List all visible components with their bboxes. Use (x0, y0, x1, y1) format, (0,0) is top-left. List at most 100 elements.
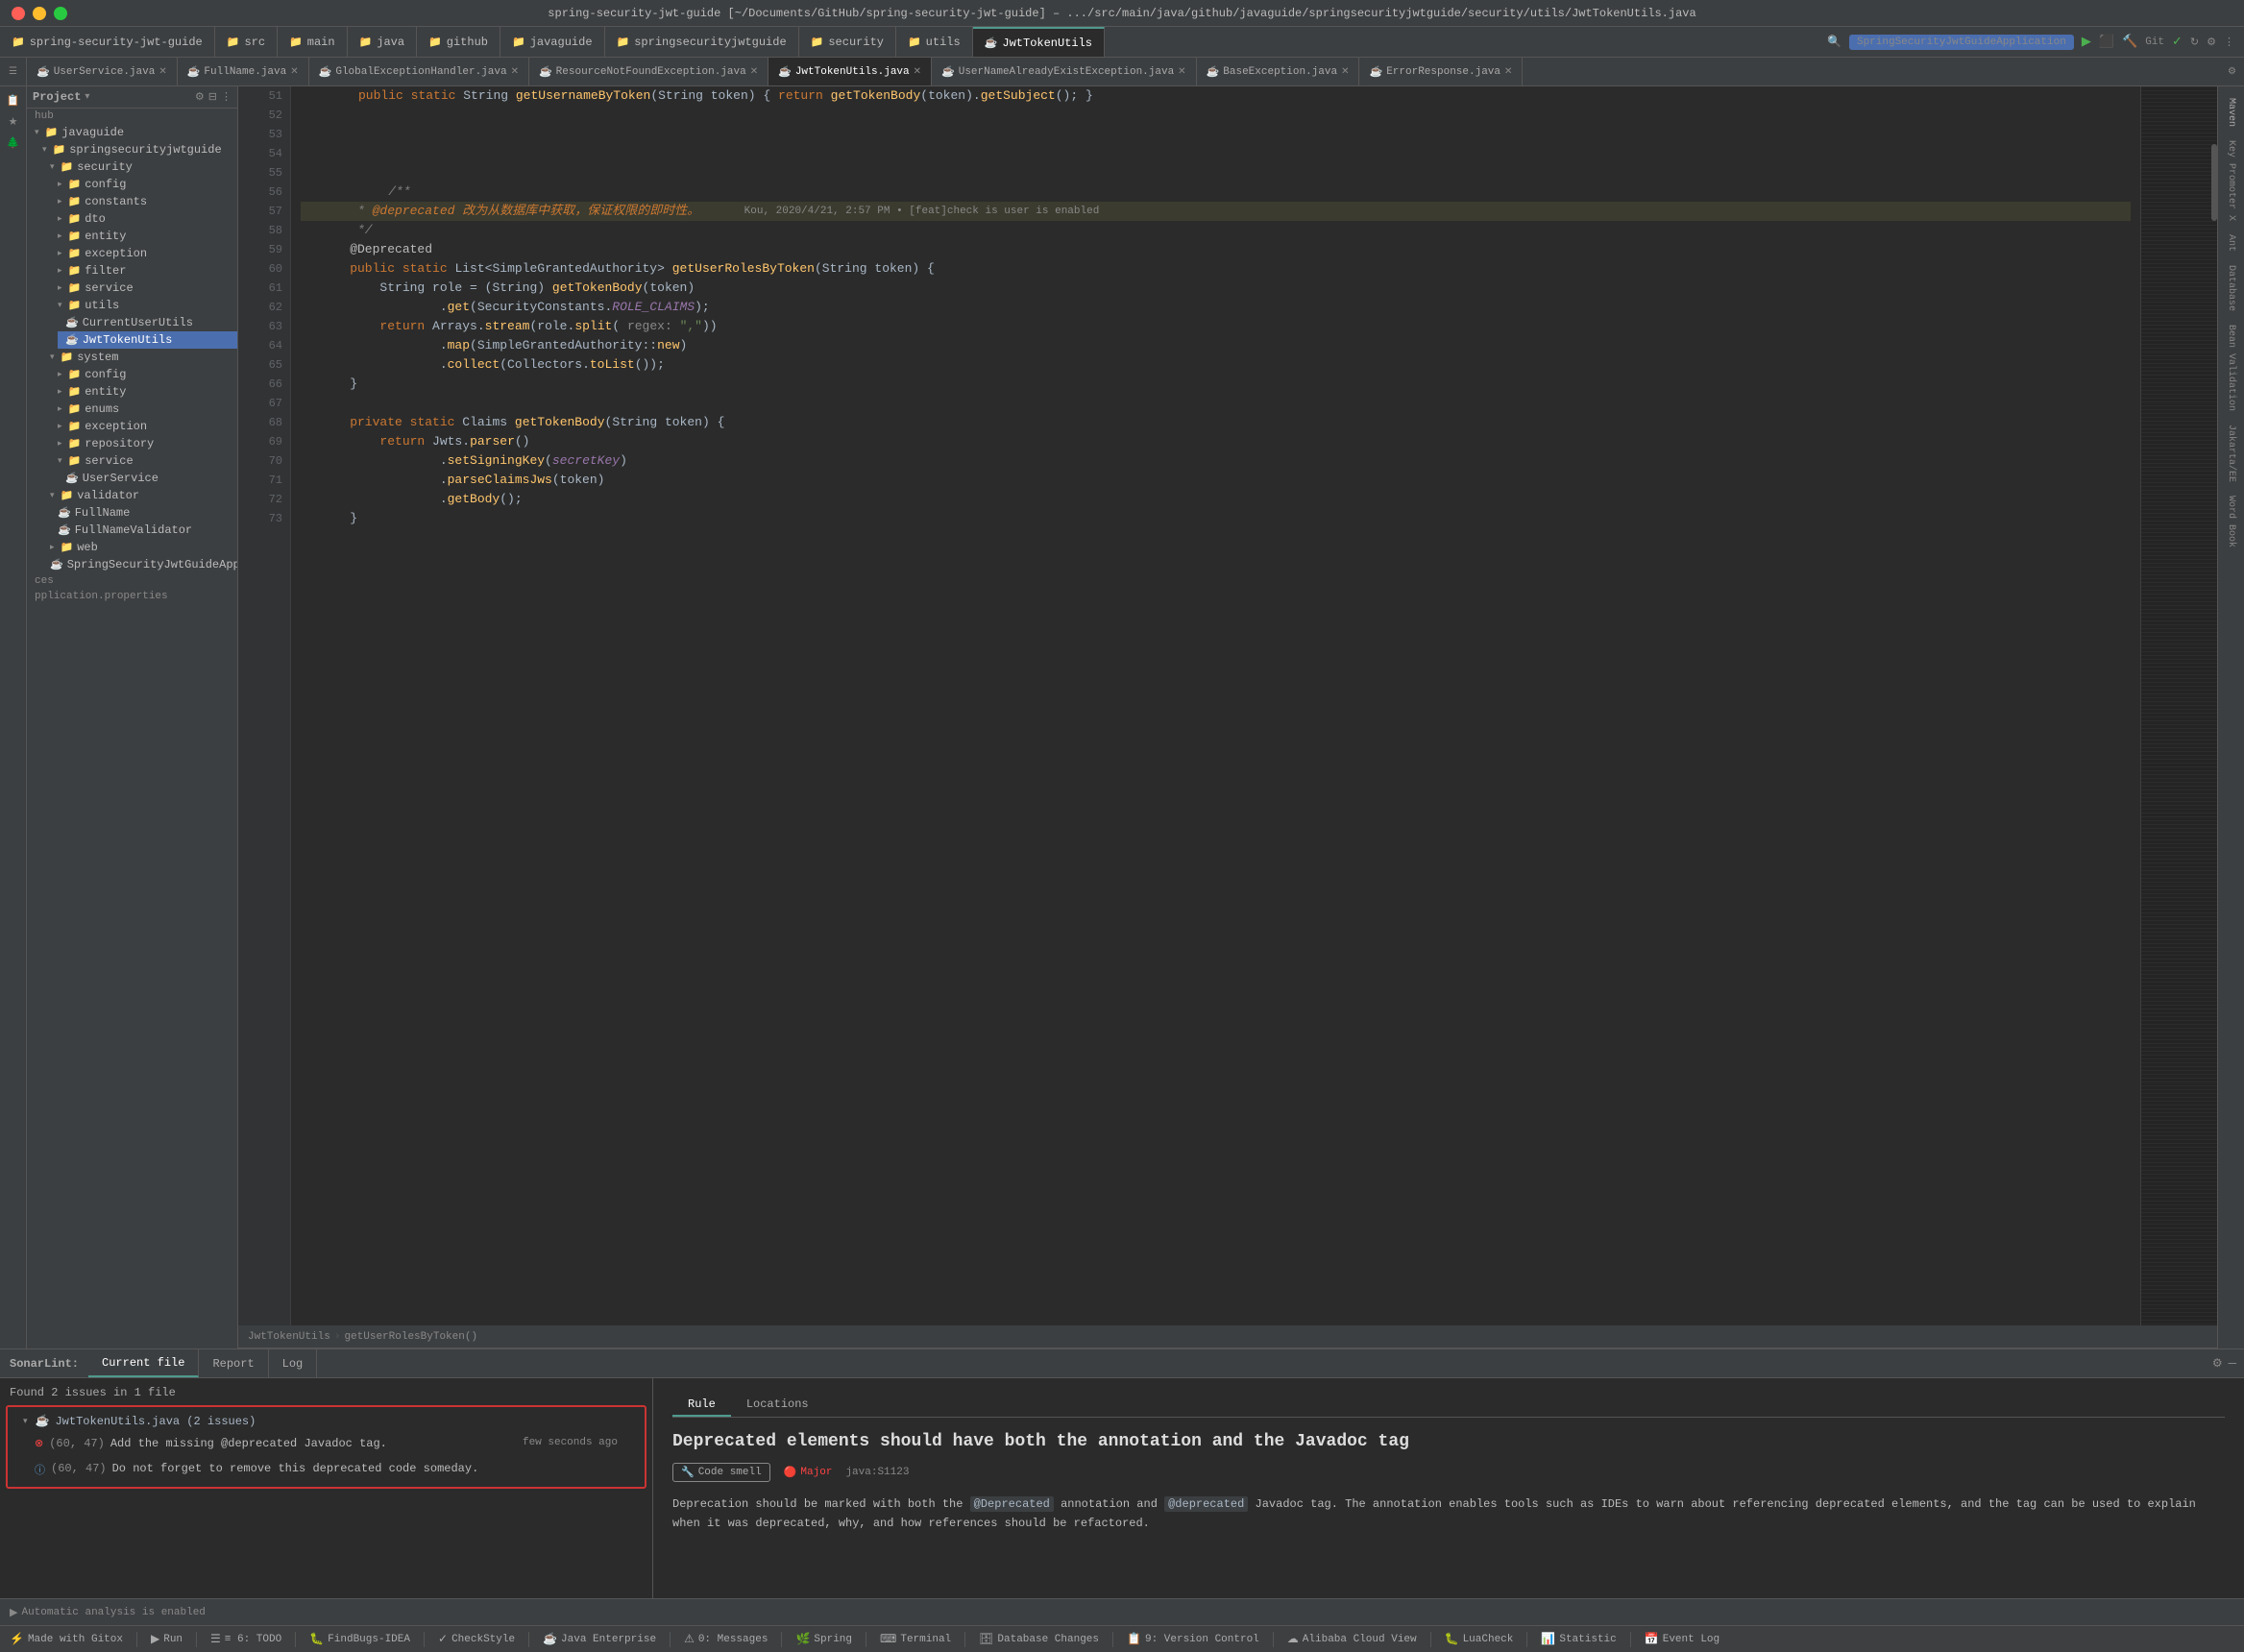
nav-findbugs[interactable]: 🐛 FindBugs-IDEA (305, 1632, 414, 1646)
sidebar-item-system-exception[interactable]: ▸📁 exception (50, 418, 237, 435)
nav-made-with-gitox[interactable]: ⚡ Made with Gitox (6, 1632, 127, 1646)
structure-icon[interactable]: 📋 (7, 94, 20, 108)
tab-github[interactable]: 📁 github (417, 27, 500, 57)
sidebar-item-jwttokenutils[interactable]: ☕ JwtTokenUtils (58, 331, 237, 349)
sidebar-item-springsecurityjwtguide[interactable]: ▾📁 springsecurityjwtguide (35, 141, 237, 158)
nav-database-changes[interactable]: 🗄 Database Changes (975, 1632, 1103, 1646)
issue-row-2[interactable]: ⓘ (60, 47) Do not forget to remove this … (13, 1456, 639, 1483)
editor-tab-fullname[interactable]: ☕ FullName.java ✕ (178, 58, 309, 85)
sidebar-item-system-service[interactable]: ▾📁 service (50, 452, 237, 470)
vcs-update-button[interactable]: ↻ (2190, 36, 2199, 49)
sidebar-item-currentuserutils[interactable]: ☕ CurrentUserUtils (58, 314, 237, 331)
settings-button[interactable]: ⚙ (2207, 36, 2216, 49)
sidebar-item-constants[interactable]: ▸📁 constants (50, 193, 237, 210)
project-dropdown-icon[interactable]: ▾ (85, 91, 89, 103)
maximize-button[interactable] (54, 7, 67, 20)
code-editor[interactable]: public static String getUsernameByToken(… (291, 86, 2140, 1348)
more-options-button[interactable]: ⋮ (2224, 36, 2234, 49)
close-tab-icon[interactable]: ✕ (290, 66, 298, 78)
close-tab-icon[interactable]: ✕ (511, 66, 519, 78)
project-view-toggle[interactable]: ☰ (0, 58, 27, 85)
run-config-dropdown[interactable]: SpringSecurityJwtGuideApplication (1849, 35, 2074, 50)
gear-icon[interactable]: ⚙ (2212, 1356, 2223, 1371)
sidebar-item-filter[interactable]: ▸📁 filter (50, 262, 237, 279)
bottom-tab-log[interactable]: Log (269, 1349, 318, 1377)
sidebar-item-javaguide[interactable]: ▾📁 javaguide (27, 124, 237, 141)
editor-tab-userservice[interactable]: ☕ UserService.java ✕ (27, 58, 178, 85)
close-tab-icon[interactable]: ✕ (750, 66, 758, 78)
nav-alibaba-cloud[interactable]: ☁ Alibaba Cloud View (1283, 1632, 1421, 1646)
nav-run[interactable]: ▶ Run (147, 1632, 186, 1646)
settings-icon[interactable]: ⋮ (221, 90, 232, 104)
minimap-scrollbar[interactable] (2211, 144, 2217, 221)
nav-checkstyle[interactable]: ✓ CheckStyle (434, 1632, 519, 1646)
editor-tab-errorresponse[interactable]: ☕ ErrorResponse.java ✕ (1359, 58, 1523, 85)
tab-javaguide[interactable]: 📁 javaguide (500, 27, 605, 57)
nav-todo[interactable]: ☰ ≡ 6: TODO (207, 1632, 285, 1646)
collapse-all-icon[interactable]: ⊟ (208, 90, 217, 104)
sidebar-item-web[interactable]: ▸📁 web (42, 539, 237, 556)
sidebar-item-springapplication[interactable]: ☕ SpringSecurityJwtGuideApplication (42, 556, 237, 573)
close-tab-icon[interactable]: ✕ (159, 66, 166, 78)
tab-src[interactable]: 📁 src (215, 27, 278, 57)
nav-version-control[interactable]: 📋 9: Version Control (1123, 1632, 1263, 1646)
tab-security[interactable]: 📁 security (799, 27, 896, 57)
run-button[interactable]: ▶ (2082, 35, 2091, 49)
sidebar-item-system-enums[interactable]: ▸📁 enums (50, 401, 237, 418)
nav-messages[interactable]: ⚠ 0: Messages (680, 1632, 771, 1646)
sidebar-item-exception[interactable]: ▸📁 exception (50, 245, 237, 262)
search-icon[interactable]: 🔍 (1827, 35, 1842, 49)
sidebar-item-utils[interactable]: ▾📁 utils (50, 297, 237, 314)
sidebar-item-dto[interactable]: ▸📁 dto (50, 210, 237, 228)
editor-tab-resourcenotfound[interactable]: ☕ ResourceNotFoundException.java ✕ (529, 58, 768, 85)
sidebar-item-validator[interactable]: ▾📁 validator (42, 487, 237, 504)
close-tab-icon[interactable]: ✕ (914, 66, 921, 78)
stop-button[interactable]: ⬛ (2099, 35, 2114, 49)
sidebar-item-system-entity[interactable]: ▸📁 entity (50, 383, 237, 401)
sidebar-item-config[interactable]: ▸📁 config (50, 176, 237, 193)
editor-tab-jwttokenutils[interactable]: ☕ JwtTokenUtils.java ✕ (768, 58, 932, 85)
nav-terminal[interactable]: ⌨ Terminal (876, 1632, 955, 1646)
sidebar-item-userservice[interactable]: ☕ UserService (58, 470, 237, 487)
key-promoter-icon[interactable]: Key Promoter X (2224, 136, 2238, 225)
tab-java[interactable]: 📁 java (348, 27, 418, 57)
close-tab-icon[interactable]: ✕ (1341, 66, 1349, 78)
sidebar-item-fullnamevalidator[interactable]: ☕ FullNameValidator (50, 522, 237, 539)
sidebar-item-security[interactable]: ▾📁 security (42, 158, 237, 176)
tab-project[interactable]: 📁 spring-security-jwt-guide (0, 27, 215, 57)
close-tab-icon[interactable]: ✕ (1504, 66, 1512, 78)
build-button[interactable]: 🔨 (2122, 35, 2137, 49)
nav-event-log[interactable]: 📅 Event Log (1641, 1632, 1723, 1646)
issue-row-1[interactable]: ⊗ (60, 47) Add the missing @deprecated J… (13, 1431, 639, 1456)
bottom-tab-report[interactable]: Report (199, 1349, 268, 1377)
nav-luacheck[interactable]: 🐛 LuaCheck (1441, 1632, 1518, 1646)
ant-icon[interactable]: Ant (2224, 231, 2238, 255)
nav-java-enterprise[interactable]: ☕ Java Enterprise (539, 1632, 660, 1646)
sidebar-item-system-repository[interactable]: ▸📁 repository (50, 435, 237, 452)
favorites-icon[interactable]: ★ (9, 115, 18, 129)
sidebar-item-system[interactable]: ▾📁 system (42, 349, 237, 366)
bottom-tab-currentfile[interactable]: Current file (88, 1349, 199, 1377)
tab-jwttokenutils[interactable]: ☕ JwtTokenUtils (973, 27, 1105, 57)
editor-tab-baseexception[interactable]: ☕ BaseException.java ✕ (1197, 58, 1360, 85)
hierarchy-icon[interactable]: 🌲 (7, 136, 20, 150)
editor-tab-usernameexists[interactable]: ☕ UserNameAlreadyExistException.java ✕ (932, 58, 1197, 85)
nav-spring[interactable]: 🌿 Spring (792, 1632, 856, 1646)
maven-icon[interactable]: Maven (2224, 94, 2238, 131)
sidebar-item-entity[interactable]: ▸📁 entity (50, 228, 237, 245)
close-tab-icon[interactable]: ✕ (1178, 66, 1185, 78)
jakarta-icon[interactable]: Jakarta/EE (2224, 421, 2238, 486)
sidebar-item-properties[interactable]: pplication.properties (27, 589, 237, 604)
editor-settings-icon[interactable]: ⚙ (2228, 66, 2236, 78)
sidebar-item-fullname[interactable]: ☕ FullName (50, 504, 237, 522)
nav-statistic[interactable]: 📊 Statistic (1537, 1632, 1620, 1646)
tab-main[interactable]: 📁 main (278, 27, 348, 57)
rule-tab-locations[interactable]: Locations (731, 1394, 824, 1417)
database-icon[interactable]: Database (2224, 261, 2238, 315)
sidebar-item-system-config[interactable]: ▸📁 config (50, 366, 237, 383)
minimize-panel-icon[interactable]: — (2229, 1356, 2236, 1372)
sidebar-item-service-security[interactable]: ▸📁 service (50, 279, 237, 297)
sync-icon[interactable]: ⚙ (195, 90, 205, 104)
close-button[interactable] (12, 7, 25, 20)
git-icon[interactable]: Git (2145, 36, 2164, 48)
